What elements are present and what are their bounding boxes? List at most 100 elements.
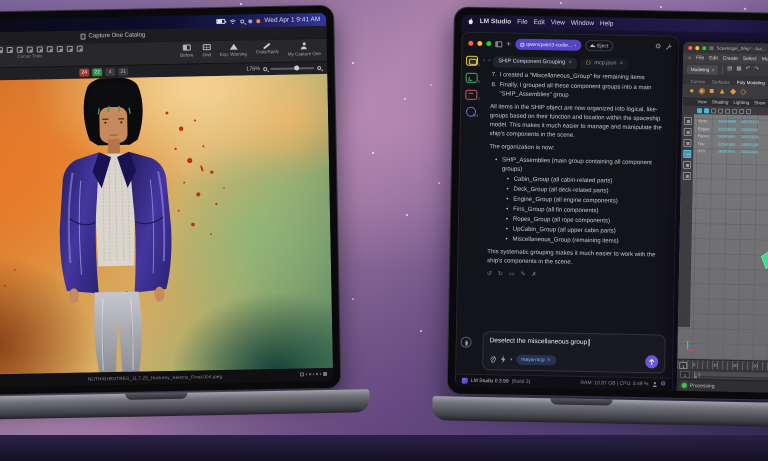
exposure-warning-button[interactable]: Exp. Warning: [220, 43, 247, 56]
viewport-toolbar-icon[interactable]: [704, 108, 709, 113]
red-filter-badge[interactable]: 24: [79, 68, 89, 76]
straighten-tool-icon[interactable]: [7, 47, 13, 53]
viewport-toolbar-icon[interactable]: [718, 108, 723, 113]
selected-ship-model[interactable]: [753, 136, 768, 353]
viewport-toolbar-icon[interactable]: [732, 108, 737, 113]
menu-help[interactable]: Help: [600, 20, 614, 27]
menu-view[interactable]: View: [551, 19, 565, 26]
maya-menu-create[interactable]: Create: [723, 56, 738, 62]
clone-tool-icon[interactable]: [47, 46, 53, 52]
open-scene-icon[interactable]: ▦: [736, 67, 741, 73]
draw-mask-tool-icon[interactable]: [17, 47, 23, 53]
poly-pyramid-icon[interactable]: ◆: [730, 87, 736, 95]
viewport-menu-view[interactable]: View: [697, 99, 707, 104]
chat-input-box[interactable]: Deselect the miscellaneous group ▾ m: [482, 331, 666, 374]
range-start-field[interactable]: 1: [680, 370, 690, 377]
poly-torus-icon[interactable]: ◉: [698, 87, 705, 95]
sidebar-toggle-icon[interactable]: [495, 41, 502, 47]
zoom-slider[interactable]: [270, 67, 314, 69]
zoom-slider-thumb[interactable]: [294, 66, 299, 71]
settings-gear-icon[interactable]: ⚙: [660, 381, 666, 387]
viewport-toolbar-icon[interactable]: [746, 109, 751, 114]
rotate-tool-icon[interactable]: [0, 47, 3, 53]
new-scene-icon[interactable]: ▤: [727, 67, 732, 73]
copy-apply-button[interactable]: Copy/Apply: [256, 43, 279, 54]
home-icon[interactable]: ⌂: [688, 55, 691, 61]
close-window-button[interactable]: [688, 45, 692, 49]
radial-mask-tool-icon[interactable]: [67, 46, 73, 52]
maya-menu-select[interactable]: Select: [743, 56, 757, 62]
eject-model-button[interactable]: Eject: [585, 40, 613, 52]
model-selector[interactable]: qwen/qwen3-coder... ▾: [515, 39, 581, 51]
gray-filter-badge-1[interactable]: 4: [105, 68, 115, 76]
close-tab-icon[interactable]: ✕: [619, 61, 623, 67]
grid-button[interactable]: Grid: [202, 44, 211, 57]
close-window-button[interactable]: [468, 41, 473, 46]
delete-icon[interactable]: ✗: [532, 271, 537, 280]
menu-set-selector[interactable]: Modeling ▾: [687, 64, 718, 74]
erase-mask-tool-icon[interactable]: [27, 47, 33, 53]
viewport-toolbar-icon[interactable]: [711, 108, 716, 113]
wifi-icon[interactable]: [229, 18, 236, 24]
menu-window[interactable]: Window: [571, 20, 594, 27]
spotlight-search-icon[interactable]: [240, 19, 244, 23]
developer-icon[interactable]: 2: [465, 73, 477, 83]
edit-icon[interactable]: ✎: [521, 271, 526, 280]
close-tab-icon[interactable]: ✕: [568, 60, 572, 66]
lightning-icon[interactable]: [500, 355, 506, 363]
new-chat-button[interactable]: +: [506, 40, 511, 48]
paint-select-tool-icon[interactable]: [683, 139, 691, 147]
app-status-icon[interactable]: [256, 19, 260, 23]
viewport-menu-shading[interactable]: Shading: [712, 99, 729, 104]
apple-logo-icon[interactable]: [468, 18, 474, 25]
menu-edit[interactable]: Edit: [534, 19, 545, 26]
maya-menu-edit[interactable]: Edit: [709, 55, 718, 61]
photo-viewer[interactable]: [0, 74, 333, 375]
chat-icon[interactable]: 1: [465, 56, 477, 66]
gradient-mask-tool-icon[interactable]: [57, 46, 63, 52]
eyedropper-tool-icon[interactable]: [77, 46, 83, 52]
continue-icon[interactable]: ↻: [498, 270, 503, 279]
zoom-window-button[interactable]: [702, 46, 706, 50]
thumbnail-icon[interactable]: [300, 372, 304, 376]
my-models-icon[interactable]: 3: [465, 90, 477, 100]
gray-filter-badge-2[interactable]: 21: [118, 68, 128, 76]
battery-icon[interactable]: [216, 19, 225, 24]
tab-mcp-json[interactable]: {} mcp.json ✕: [580, 57, 628, 69]
lasso-tool-icon[interactable]: [684, 128, 692, 136]
zoom-window-button[interactable]: [486, 41, 491, 46]
menubar-clock[interactable]: Wed Apr 1 9:41 AM: [264, 16, 320, 24]
maya-menu-modify[interactable]: Modify: [762, 56, 768, 62]
chat-input[interactable]: Deselect the miscellaneous group: [490, 337, 659, 347]
redo-icon[interactable]: ↷: [754, 67, 759, 73]
rotate-tool-icon[interactable]: [683, 161, 691, 169]
maya-mcp-pill[interactable]: maya-mcp ✕: [516, 354, 556, 365]
regenerate-icon[interactable]: ↺: [487, 270, 492, 279]
chat-transcript[interactable]: 7. I created a "Miscellaneous_Group" for…: [476, 68, 678, 333]
heal-tool-icon[interactable]: [37, 46, 43, 52]
user-icon[interactable]: [651, 381, 657, 387]
control-center-icon[interactable]: [248, 19, 252, 23]
my-capture-one-button[interactable]: My Capture One: [288, 42, 321, 56]
wrench-icon[interactable]: [665, 44, 672, 51]
scale-tool-icon[interactable]: [683, 172, 691, 180]
viewport-menu-show[interactable]: Show: [754, 100, 765, 105]
menu-file[interactable]: File: [517, 19, 528, 26]
maya-menu-file[interactable]: File: [696, 55, 704, 61]
remove-mcp-icon[interactable]: ✕: [547, 357, 551, 363]
poly-sphere-icon[interactable]: ●: [689, 86, 694, 94]
undo-icon[interactable]: ↶: [745, 67, 750, 73]
chevron-down-icon[interactable]: ▾: [510, 357, 512, 362]
copy-icon[interactable]: ▭: [509, 271, 515, 280]
viewport-toolbar-icon[interactable]: [697, 108, 702, 113]
attachment-icon[interactable]: [489, 355, 496, 363]
poly-cone-icon[interactable]: ▲: [718, 87, 726, 95]
minimize-window-button[interactable]: [477, 41, 482, 46]
nav-forward-icon[interactable]: ›: [488, 58, 490, 65]
grid-view-icon[interactable]: [323, 372, 327, 376]
menu-app-name[interactable]: LM Studio: [480, 18, 512, 26]
tab-ship-component-grouping[interactable]: SHIP Component Grouping ✕: [493, 56, 577, 69]
settings-gear-icon[interactable]: ⚙: [655, 43, 661, 50]
zoom-in-icon[interactable]: [317, 66, 321, 70]
zoom-out-icon[interactable]: [263, 67, 267, 71]
